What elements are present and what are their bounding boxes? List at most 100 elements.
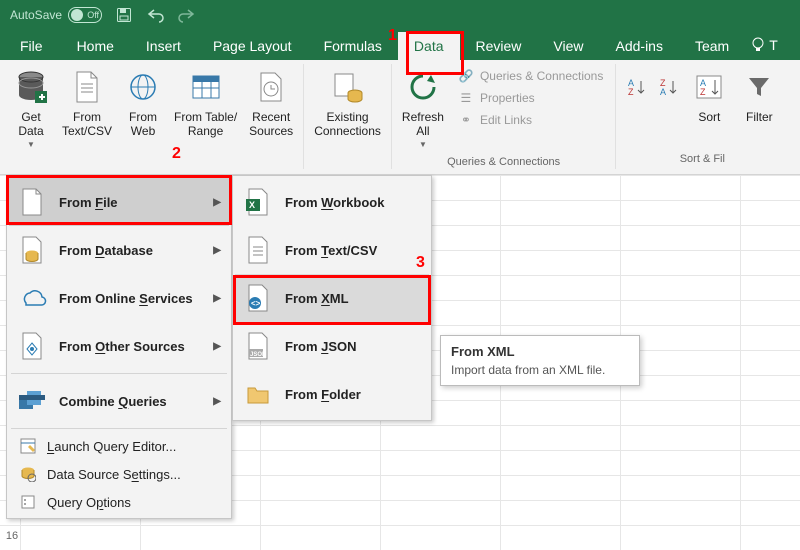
toggle-off-icon[interactable]: Off	[68, 7, 102, 23]
connections-icon	[332, 66, 364, 108]
svg-text:JSON: JSON	[250, 352, 266, 358]
submenu-from-xml[interactable]: <> From XML	[235, 274, 429, 322]
get-data-button[interactable]: Get Data ▼	[8, 64, 54, 154]
submenu-from-folder[interactable]: From Folder	[235, 370, 429, 418]
sort-icon: AZ	[695, 66, 723, 108]
queries-connections-button[interactable]: 🔗Queries & Connections	[454, 66, 607, 86]
settings-icon	[19, 466, 37, 482]
submenu-from-textcsv[interactable]: From Text/CSV	[235, 226, 429, 274]
tab-team[interactable]: Team	[679, 32, 745, 60]
table-icon	[191, 66, 221, 108]
svg-text:X: X	[249, 200, 255, 210]
chevron-down-icon: ▼	[27, 138, 35, 152]
tab-home[interactable]: Home	[61, 32, 130, 60]
chevron-right-icon: ▶	[213, 197, 221, 208]
globe-icon	[128, 66, 158, 108]
menu-combine-queries[interactable]: Combine Queries ▶	[9, 377, 229, 425]
tooltip-body: Import data from an XML file.	[451, 363, 629, 377]
save-icon[interactable]	[116, 7, 132, 23]
from-table-range-button[interactable]: From Table/ Range	[170, 64, 241, 140]
properties-button[interactable]: ☰Properties	[454, 88, 607, 108]
tab-file[interactable]: File	[10, 32, 61, 60]
diamond-icon	[17, 331, 47, 361]
editor-icon	[19, 438, 37, 454]
edit-links-button[interactable]: ⚭Edit Links	[454, 110, 607, 130]
folder-icon	[243, 382, 273, 406]
from-file-submenu: X From Workbook From Text/CSV <> From XM…	[232, 175, 432, 421]
text-file-icon	[243, 235, 273, 265]
row-header[interactable]: 16	[0, 530, 24, 542]
autosave-label: AutoSave	[10, 8, 62, 22]
sort-az-button[interactable]: AZ	[622, 64, 650, 112]
clock-file-icon	[257, 66, 285, 108]
submenu-from-workbook[interactable]: X From Workbook	[235, 178, 429, 226]
tooltip: From XML Import data from an XML file.	[440, 335, 640, 386]
svg-text:<>: <>	[251, 299, 261, 308]
menu-from-online-services[interactable]: From Online Services ▶	[9, 274, 229, 322]
recent-sources-button[interactable]: Recent Sources	[245, 64, 297, 140]
sheet-icon: ☰	[458, 90, 474, 106]
chevron-right-icon: ▶	[213, 293, 221, 304]
from-web-button[interactable]: From Web	[120, 64, 166, 140]
quick-access-toolbar	[116, 7, 192, 23]
lightbulb-icon	[751, 36, 765, 54]
tab-view[interactable]: View	[537, 32, 599, 60]
refresh-all-button[interactable]: Refresh All ▼	[398, 64, 448, 154]
sort-asc-icon: AZ	[626, 66, 646, 108]
database-icon	[17, 235, 47, 265]
chain-icon: ⚭	[458, 112, 474, 128]
funnel-icon	[746, 66, 772, 108]
tell-me[interactable]: T	[745, 30, 784, 60]
existing-connections-button[interactable]: Existing Connections	[310, 64, 385, 140]
ribbon-tabs: File Home Insert Page Layout Formulas Da…	[0, 30, 800, 60]
file-icon	[17, 187, 47, 217]
svg-text:Z: Z	[700, 87, 706, 97]
tab-data[interactable]: Data	[398, 32, 460, 60]
group-label-queries: Queries & Connections	[398, 154, 609, 172]
options-icon	[19, 494, 37, 510]
json-file-icon: JSON	[243, 331, 273, 361]
menu-launch-query-editor[interactable]: Launch Query Editor...	[9, 432, 229, 460]
sort-desc-icon: ZA	[658, 66, 678, 108]
group-label-sort: Sort & Fil	[622, 151, 782, 169]
menu-from-other-sources[interactable]: From Other Sources ▶	[9, 322, 229, 370]
menu-data-source-settings[interactable]: Data Source Settings...	[9, 460, 229, 488]
group-sort-filter: AZ ZA AZ Sort Filter Sort & Fil	[616, 64, 788, 169]
chevron-right-icon: ▶	[213, 245, 221, 256]
database-icon	[13, 66, 49, 108]
tooltip-title: From XML	[451, 344, 629, 359]
autosave-toggle[interactable]: AutoSave Off	[10, 7, 102, 23]
sort-za-button[interactable]: ZA	[654, 64, 682, 112]
group-existing-conn: Existing Connections	[304, 64, 392, 169]
tab-addins[interactable]: Add-ins	[600, 32, 679, 60]
excel-file-icon: X	[243, 187, 273, 217]
submenu-from-json[interactable]: JSON From JSON	[235, 322, 429, 370]
xml-file-icon: <>	[243, 283, 273, 313]
title-bar: AutoSave Off	[0, 0, 800, 30]
redo-icon[interactable]	[176, 7, 192, 23]
undo-icon[interactable]	[146, 7, 162, 23]
tab-formulas[interactable]: Formulas	[308, 32, 398, 60]
svg-text:A: A	[660, 87, 666, 97]
separator	[11, 373, 227, 374]
menu-from-database[interactable]: From Database ▶	[9, 226, 229, 274]
file-text-icon	[73, 66, 101, 108]
from-textcsv-button[interactable]: From Text/CSV	[58, 64, 116, 140]
tab-page-layout[interactable]: Page Layout	[197, 32, 308, 60]
link-icon: 🔗	[458, 68, 474, 84]
sort-button[interactable]: AZ Sort	[686, 64, 732, 126]
filter-button[interactable]: Filter	[736, 64, 782, 126]
tab-insert[interactable]: Insert	[130, 32, 197, 60]
ribbon: Get Data ▼ From Text/CSV From Web From T…	[0, 60, 800, 175]
cloud-icon	[17, 287, 47, 309]
menu-from-file[interactable]: From File ▶	[9, 178, 229, 226]
chevron-right-icon: ▶	[213, 396, 221, 407]
tab-review[interactable]: Review	[460, 32, 538, 60]
menu-query-options[interactable]: Query Options	[9, 488, 229, 516]
combine-icon	[17, 389, 47, 413]
group-get-transform: Get Data ▼ From Text/CSV From Web From T…	[6, 64, 304, 169]
step-number: 3	[416, 254, 425, 272]
chevron-right-icon: ▶	[213, 341, 221, 352]
separator	[11, 428, 227, 429]
refresh-icon	[407, 66, 439, 108]
